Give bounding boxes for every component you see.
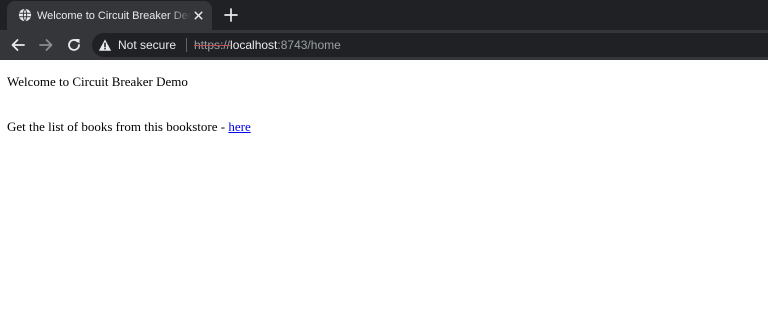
url-path: :8743/home xyxy=(277,38,341,52)
forward-arrow-icon[interactable] xyxy=(37,36,55,54)
globe-icon xyxy=(18,8,32,22)
not-secure-label: Not secure xyxy=(118,38,177,52)
page-content: Welcome to Circuit Breaker Demo Get the … xyxy=(0,60,768,333)
new-tab-button[interactable] xyxy=(222,6,240,24)
browser-toolbar: Not secure https://localhost:8743/home xyxy=(0,30,768,60)
reload-icon[interactable] xyxy=(65,36,83,54)
back-arrow-icon[interactable] xyxy=(9,36,27,54)
tab-title: Welcome to Circuit Breaker Demo xyxy=(37,10,191,22)
close-icon[interactable] xyxy=(191,8,206,23)
tab-welcome[interactable]: Welcome to Circuit Breaker Demo xyxy=(7,1,212,30)
page-heading: Welcome to Circuit Breaker Demo xyxy=(7,74,188,89)
security-indicator[interactable]: Not secure xyxy=(98,33,176,57)
books-text: Get the list of books from this bookstor… xyxy=(7,119,229,134)
url-host: localhost xyxy=(230,38,278,52)
tab-strip: Welcome to Circuit Breaker Demo xyxy=(0,0,768,30)
url-scheme: https:// xyxy=(194,38,231,52)
browser-window: Welcome to Circuit Breaker Demo Not secu… xyxy=(0,0,768,333)
url-text[interactable]: https://localhost:8743/home xyxy=(194,33,341,57)
books-line: Get the list of books from this bookstor… xyxy=(7,119,251,135)
address-bar[interactable]: Not secure https://localhost:8743/home xyxy=(92,33,768,57)
warning-icon xyxy=(98,39,112,51)
books-link[interactable]: here xyxy=(228,119,250,134)
omnibox-divider xyxy=(186,38,187,52)
